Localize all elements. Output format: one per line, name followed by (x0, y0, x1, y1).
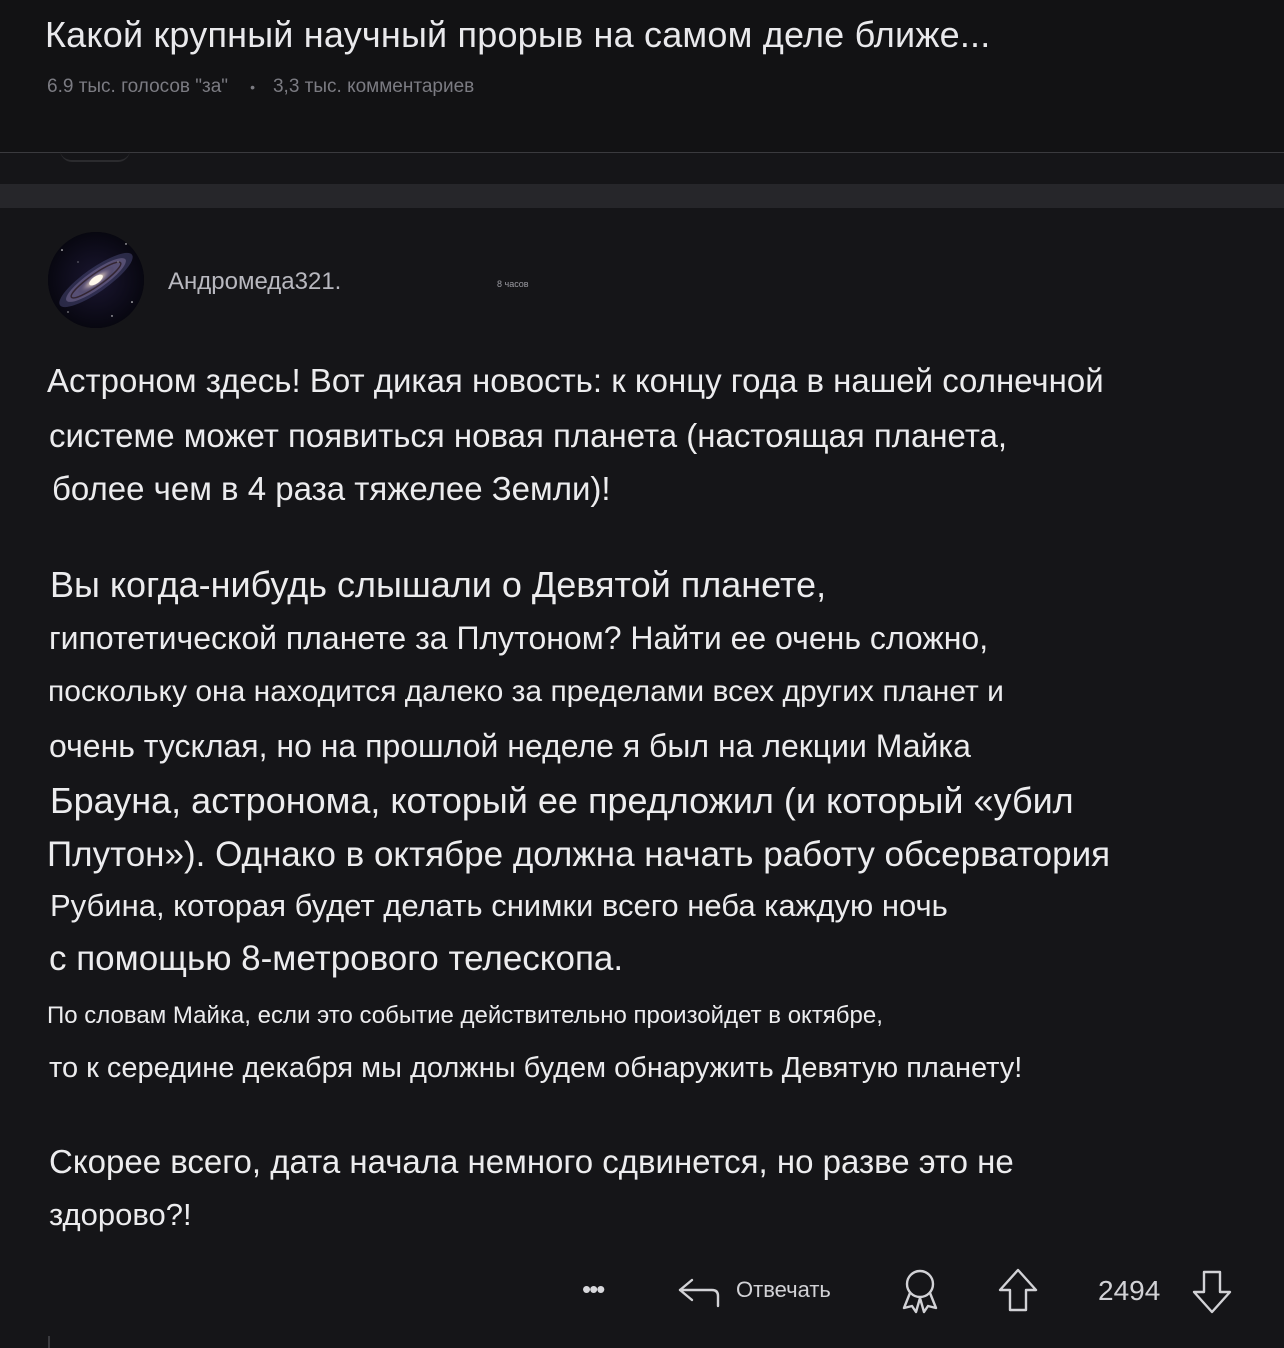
meta-separator: • (250, 79, 255, 95)
post-title[interactable]: Какой крупный научный прорыв на самом де… (45, 14, 990, 56)
comment-body-line: с помощью 8-метрового телескопа. (49, 939, 624, 978)
comment-body-line: Брауна, астронома, который ее предложил … (50, 780, 1074, 821)
comment-body-line: По словам Майка, если это событие действ… (47, 1002, 883, 1029)
comment-body-line: гипотетической планете за Плутоном? Найт… (49, 620, 989, 656)
more-horizontal-icon[interactable]: ••• (582, 1276, 622, 1302)
reply-arrow-icon (678, 1278, 720, 1308)
comment-body-line: то к середине декабря мы должны будем об… (49, 1052, 1023, 1084)
comment-body-line: Астроном здесь! Вот дикая новость: к кон… (47, 362, 1104, 399)
comment-body-line: здорово?! (49, 1197, 192, 1232)
comment-body-line: Вы когда-нибудь слышали о Девятой планет… (50, 564, 827, 605)
comment-body-line: Рубина, которая будет делать снимки всег… (50, 888, 948, 923)
comment-body-line: более чем в 4 раза тяжелее Земли)! (52, 470, 611, 507)
award-icon[interactable] (896, 1266, 944, 1321)
reply-label: Отвечать (736, 1277, 831, 1302)
downvote-arrow-icon[interactable] (1188, 1266, 1236, 1321)
comment-timestamp: 8 часов (497, 279, 529, 289)
comment-body-line: очень тусклая, но на прошлой неделе я бы… (49, 728, 971, 764)
comment-body-line: поскольку она находится далеко за предел… (48, 675, 1004, 708)
thread-line (48, 1336, 50, 1348)
section-divider (0, 184, 1284, 208)
post-header: Какой крупный научный прорыв на самом де… (0, 0, 1284, 153)
upvote-count: 6.9 тыс. голосов "за" (47, 76, 229, 97)
upvote-arrow-icon[interactable] (994, 1266, 1042, 1321)
avatar[interactable] (48, 232, 144, 328)
vote-count: 2494 (1098, 1275, 1161, 1306)
comment-body-line: Скорее всего, дата начала немного сдвине… (49, 1143, 1014, 1180)
header-avatar-edge (60, 150, 130, 162)
post-meta: 6.9 тыс. голосов "за" • 3,3 тыс. коммент… (47, 76, 474, 98)
comment-body-line: системе может появиться новая планета (н… (49, 417, 1008, 454)
comment-body-line: Плутон»). Однако в октябре должна начать… (47, 835, 1111, 874)
galaxy-avatar-image (48, 232, 144, 328)
comment-username[interactable]: Андромеда321. (168, 268, 341, 296)
comment-count[interactable]: 3,3 тыс. комментариев (273, 76, 474, 98)
reply-button[interactable]: Отвечать (676, 1266, 831, 1314)
